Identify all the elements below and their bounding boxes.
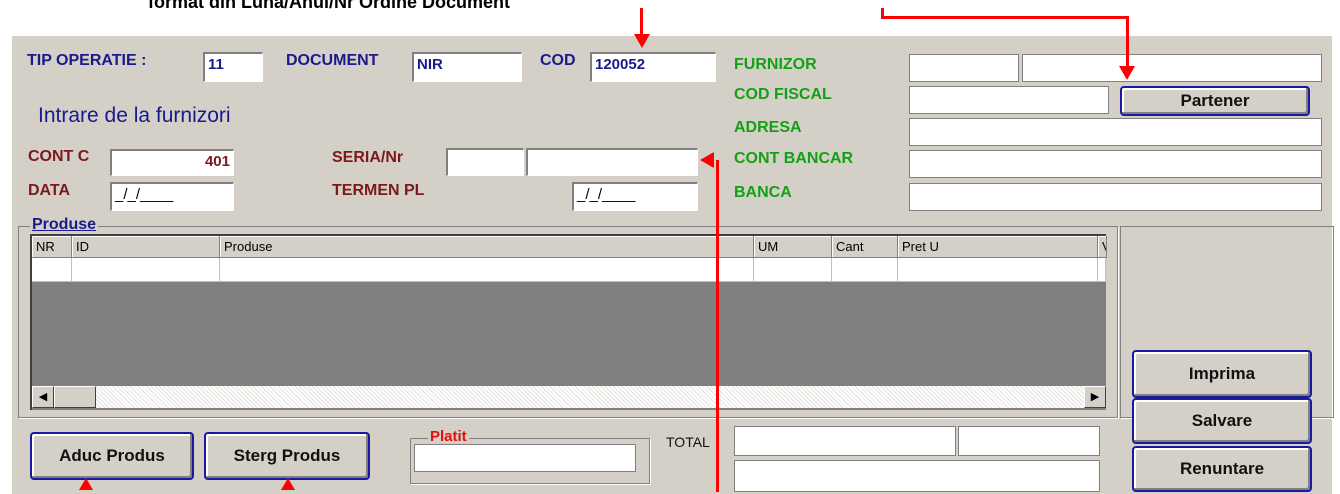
column-header-produse[interactable]: Produse: [220, 236, 754, 258]
seria-label: SERIA/Nr: [332, 149, 404, 166]
column-header-id[interactable]: ID: [72, 236, 220, 258]
arrow-partener-line-2: [881, 16, 1129, 19]
arrow-partener-head-icon: [1119, 66, 1135, 80]
furnizor-code-field[interactable]: [909, 54, 1019, 82]
arrow-seria-head-icon: [700, 152, 714, 168]
table-row-cell[interactable]: [72, 258, 220, 282]
imprima-button[interactable]: Imprima: [1132, 350, 1312, 398]
table-row-cell[interactable]: [1098, 258, 1106, 282]
nir-form: TIP OPERATIE : 11 DOCUMENT NIR COD 12005…: [10, 34, 1334, 494]
document-field[interactable]: NIR: [412, 52, 522, 82]
arrow-sterg-head-icon: [281, 478, 295, 490]
products-grid[interactable]: NR ID Produse UM Cant Pret U Va ◀ ▶: [30, 234, 1107, 410]
column-header-um[interactable]: UM: [754, 236, 832, 258]
tip-operatie-label: TIP OPERATIE :: [27, 52, 147, 69]
sterg-produs-button[interactable]: Sterg Produs: [204, 432, 370, 480]
cont-bancar-field[interactable]: [909, 150, 1322, 178]
scroll-right-icon[interactable]: ▶: [1084, 386, 1106, 408]
document-label: DOCUMENT: [286, 52, 379, 69]
column-header-valoare[interactable]: Va: [1098, 236, 1107, 258]
annotation-caption: format din Luna/Anul/Nr Ordine Document: [148, 0, 511, 12]
cont-c-field[interactable]: 401: [110, 149, 234, 176]
data-label: DATA: [28, 182, 71, 199]
platit-field[interactable]: [414, 444, 636, 472]
numar-field[interactable]: [526, 148, 698, 176]
total-field-1[interactable]: [734, 426, 956, 456]
cod-field[interactable]: 120052: [590, 52, 716, 82]
table-row-cell[interactable]: [32, 258, 72, 282]
column-header-cant[interactable]: Cant: [832, 236, 898, 258]
arrow-aduc-head-icon: [79, 478, 93, 490]
table-row-cell[interactable]: [220, 258, 754, 282]
table-row-cell[interactable]: [754, 258, 832, 282]
horizontal-scrollbar[interactable]: ◀ ▶: [32, 386, 1106, 408]
furnizor-label: FURNIZOR: [734, 56, 817, 73]
platit-label: Platit: [428, 428, 469, 445]
scroll-thumb[interactable]: [54, 386, 96, 408]
total-field-2[interactable]: [958, 426, 1100, 456]
operation-subtitle: Intrare de la furnizori: [38, 104, 231, 127]
furnizor-name-field[interactable]: [1022, 54, 1322, 82]
table-row-cell[interactable]: [832, 258, 898, 282]
arrow-cod-line: [640, 8, 643, 36]
scroll-left-icon[interactable]: ◀: [32, 386, 54, 408]
seria-field[interactable]: [446, 148, 524, 176]
products-group-label: Produse: [30, 216, 99, 234]
data-field[interactable]: _/_/____: [110, 182, 234, 211]
cod-fiscal-field[interactable]: [909, 86, 1109, 114]
total-label: TOTAL: [666, 434, 710, 450]
column-header-pret-u[interactable]: Pret U: [898, 236, 1098, 258]
column-header-nr[interactable]: NR: [32, 236, 72, 258]
aduc-produs-button[interactable]: Aduc Produs: [30, 432, 194, 480]
renuntare-button[interactable]: Renuntare: [1132, 446, 1312, 492]
cont-bancar-label: CONT BANCAR: [734, 150, 854, 167]
cod-fiscal-label: COD FISCAL: [734, 86, 832, 103]
cont-c-label: CONT C: [28, 148, 90, 165]
arrow-partener-line-3: [1126, 16, 1129, 68]
table-row-cell[interactable]: [898, 258, 1098, 282]
banca-label: BANCA: [734, 184, 792, 201]
adresa-field[interactable]: [909, 118, 1322, 146]
salvare-button[interactable]: Salvare: [1132, 398, 1312, 444]
total-field-3[interactable]: [734, 460, 1100, 492]
tip-operatie-field[interactable]: 11: [203, 52, 263, 82]
termen-field[interactable]: _/_/____: [572, 182, 698, 211]
termen-label: TERMEN PL: [332, 182, 425, 199]
adresa-label: ADRESA: [734, 119, 802, 136]
arrow-seria-line: [716, 160, 719, 492]
arrow-cod-head-icon: [634, 34, 650, 48]
cod-label: COD: [540, 52, 576, 69]
partener-button[interactable]: Partener: [1120, 86, 1310, 116]
banca-field[interactable]: [909, 183, 1322, 211]
